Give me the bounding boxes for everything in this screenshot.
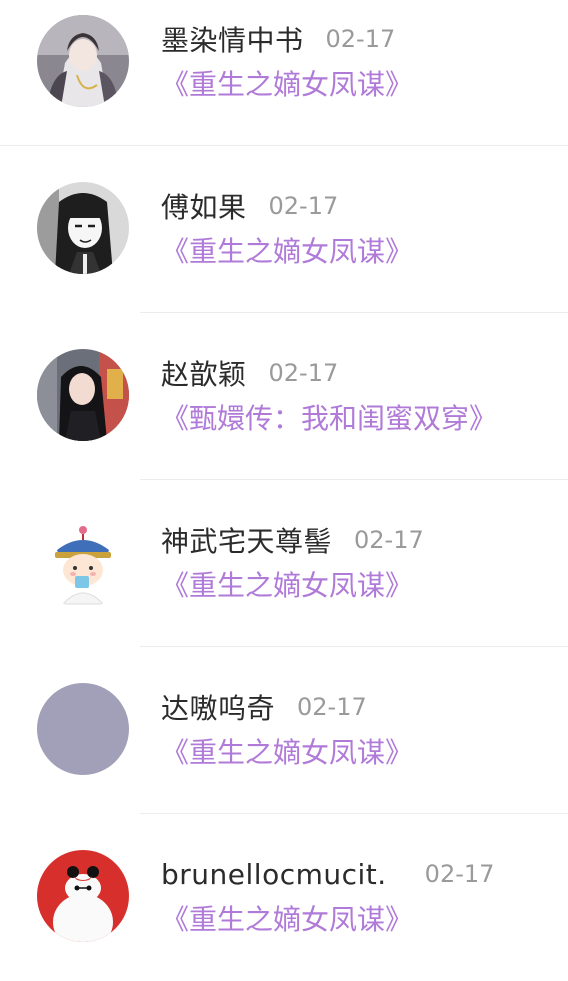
post-date: 02-17 (325, 25, 396, 53)
manga-girl-avatar-icon (37, 182, 129, 274)
username[interactable]: brunellocmucit. (161, 858, 387, 891)
name-line: brunellocmucit. 02-17 (161, 854, 494, 894)
book-title-link[interactable]: 《重生之嫡女凤谋》 (161, 65, 413, 105)
name-line: 傅如果 02-17 (161, 186, 338, 226)
anime-girl-avatar-icon (37, 15, 129, 107)
avatar[interactable] (37, 516, 129, 608)
list-item[interactable]: 傅如果 02-17 《重生之嫡女凤谋》 (0, 146, 568, 313)
post-date: 02-17 (268, 359, 339, 387)
list-item[interactable]: 赵歆颖 02-17 《甄嬛传：我和闺蜜双穿》 (0, 313, 568, 480)
book-title-link[interactable]: 《重生之嫡女凤谋》 (161, 566, 413, 606)
post-date: 02-17 (297, 693, 367, 721)
avatar[interactable] (37, 850, 129, 942)
default-avatar-icon (37, 683, 129, 775)
book-title-link[interactable]: 《重生之嫡女凤谋》 (161, 232, 413, 272)
list-item[interactable]: brunellocmucit. 02-17 《重生之嫡女凤谋》 (0, 814, 568, 981)
baymax-avatar-icon (37, 850, 129, 942)
name-line: 神武宅天尊髻 02-17 (161, 520, 424, 560)
avatar[interactable] (37, 349, 129, 441)
photo-girl-avatar-icon (37, 349, 129, 441)
cartoon-qing-official-avatar-icon (37, 516, 129, 608)
username[interactable]: 墨染情中书 (161, 19, 304, 59)
avatar[interactable] (37, 683, 129, 775)
name-line: 达嗷呜奇 02-17 (161, 687, 367, 727)
list-item[interactable]: 达嗷呜奇 02-17 《重生之嫡女凤谋》 (0, 647, 568, 814)
name-line: 赵歆颖 02-17 (161, 353, 338, 393)
list-item[interactable]: 神武宅天尊髻 02-17 《重生之嫡女凤谋》 (0, 480, 568, 647)
avatar[interactable] (37, 182, 129, 274)
post-date: 02-17 (424, 860, 495, 888)
book-title-link[interactable]: 《重生之嫡女凤谋》 (161, 900, 413, 940)
avatar[interactable] (37, 15, 129, 107)
name-line: 墨染情中书 02-17 (161, 19, 395, 59)
username[interactable]: 达嗷呜奇 (161, 687, 275, 727)
book-title-link[interactable]: 《重生之嫡女凤谋》 (161, 733, 413, 773)
username[interactable]: 赵歆颖 (161, 353, 247, 393)
username[interactable]: 傅如果 (161, 186, 247, 226)
post-date: 02-17 (354, 526, 424, 554)
book-title-link[interactable]: 《甄嬛传：我和闺蜜双穿》 (161, 399, 497, 439)
list-item[interactable]: 墨染情中书 02-17 《重生之嫡女凤谋》 (0, 0, 568, 146)
comment-feed-list: 墨染情中书 02-17 《重生之嫡女凤谋》 傅如果 02-17 《重生之嫡女凤谋… (0, 0, 568, 959)
post-date: 02-17 (268, 192, 339, 220)
username[interactable]: 神武宅天尊髻 (161, 520, 332, 560)
